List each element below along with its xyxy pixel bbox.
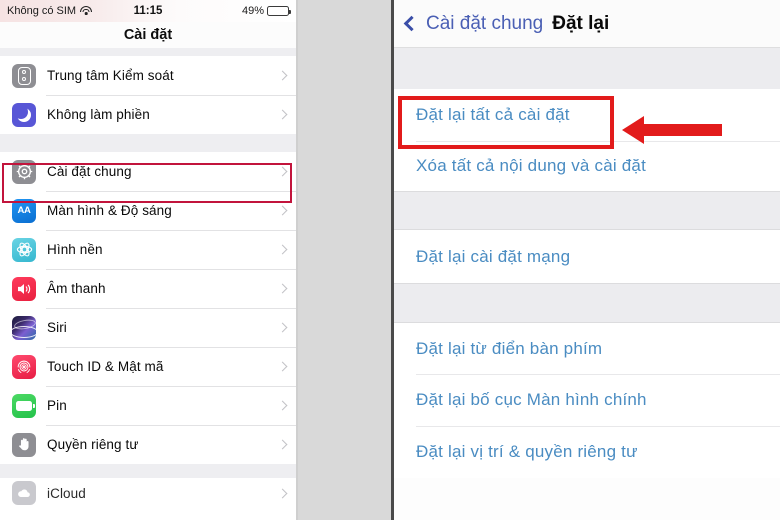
list-section-gap-2 [0, 464, 296, 478]
reset-keyboard-dictionary-label: Đặt lại từ điển bàn phím [416, 338, 603, 358]
chevron-right-icon [277, 283, 288, 294]
reset-location-privacy-row[interactable]: Đặt lại vị trí & quyền riêng tư [394, 426, 780, 478]
hand-icon [12, 432, 36, 457]
reset-location-privacy-label: Đặt lại vị trí & quyền riêng tư [416, 442, 638, 461]
right-section-gap-1 [394, 191, 780, 230]
list-top-gap [0, 48, 296, 56]
reset-home-screen-layout-row[interactable]: Đặt lại bố cục Màn hình chính [394, 374, 780, 426]
sidebar-item-label: Màn hình & Độ sáng [47, 203, 172, 218]
reset-all-settings-label: Đặt lại tất cả cài đặt [416, 105, 570, 124]
reset-network-settings-label: Đặt lại cài đặt mạng [416, 246, 571, 266]
sidebar-item-label: Touch ID & Mật mã [47, 359, 164, 374]
chevron-right-icon [277, 205, 288, 216]
list-section-gap-1 [0, 134, 296, 152]
chevron-right-icon [277, 361, 288, 372]
reset-home-screen-layout-label: Đặt lại bố cục Màn hình chính [416, 390, 647, 409]
reset-group-3: Đặt lại từ điển bàn phím Đặt lại bố cục … [394, 323, 780, 478]
reset-group-2: Đặt lại cài đặt mạng [394, 230, 780, 283]
right-nav-header: Cài đặt chung Đặt lại [394, 0, 780, 48]
status-bar-right: 49% [241, 5, 291, 17]
sidebar-item-label: Siri [47, 320, 67, 335]
right-phone-reset-panel: Cài đặt chung Đặt lại Đặt lại tất cả cài… [394, 0, 780, 520]
left-phone-settings-panel: Không có SIM 11:15 49% Cài đặt Trung tâm… [0, 0, 296, 520]
reset-group-1: Đặt lại tất cả cài đặt Xóa tất cả nội du… [394, 89, 780, 191]
settings-list: Trung tâm Kiểm soát Không làm phiền Cài … [0, 48, 296, 508]
sidebar-item-label: Cài đặt chung [47, 164, 132, 179]
chevron-right-icon [277, 166, 288, 177]
moon-icon [12, 102, 36, 127]
speaker-icon [12, 276, 36, 301]
erase-all-content-row[interactable]: Xóa tất cả nội dung và cài đặt [394, 141, 780, 191]
chevron-right-icon [277, 322, 288, 333]
page-title: Cài đặt [123, 27, 173, 43]
page-title: Đặt lại [552, 12, 610, 34]
sidebar-item-label: Hình nền [47, 242, 103, 257]
siri-icon [12, 315, 36, 340]
chevron-left-icon[interactable] [403, 15, 420, 32]
sidebar-item-label: Trung tâm Kiểm soát [47, 68, 174, 83]
settings-group-2: Cài đặt chung AA Màn hình & Độ sáng Hình… [0, 152, 296, 464]
sidebar-item-control-center[interactable]: Trung tâm Kiểm soát [0, 56, 296, 95]
reset-network-settings-row[interactable]: Đặt lại cài đặt mạng [394, 230, 780, 283]
sidebar-item-label: Quyền riêng tư [47, 437, 139, 452]
reset-keyboard-dictionary-row[interactable]: Đặt lại từ điển bàn phím [394, 323, 780, 374]
sidebar-item-sounds[interactable]: Âm thanh [0, 269, 296, 308]
sidebar-item-do-not-disturb[interactable]: Không làm phiền [0, 95, 296, 134]
sidebar-item-label: Không làm phiền [47, 107, 150, 122]
wallpaper-flower-icon [12, 237, 36, 262]
sidebar-item-label: iCloud [47, 485, 86, 501]
chevron-right-icon [277, 244, 288, 255]
sidebar-item-touch-id-passcode[interactable]: Touch ID & Mật mã [0, 347, 296, 386]
panel-gap [296, 0, 393, 520]
right-top-gap [394, 48, 780, 89]
right-section-gap-2 [394, 283, 780, 323]
chevron-right-icon [277, 400, 288, 411]
sidebar-item-label: Pin [47, 398, 67, 413]
fingerprint-icon [12, 354, 36, 379]
settings-group-3: iCloud [0, 478, 296, 508]
battery-percent-label: 49% [241, 5, 264, 17]
sidebar-item-privacy[interactable]: Quyền riêng tư [0, 425, 296, 464]
chevron-right-icon [277, 439, 288, 450]
display-aa-icon: AA [12, 198, 36, 223]
sidebar-item-wallpaper[interactable]: Hình nền [0, 230, 296, 269]
sidebar-item-icloud[interactable]: iCloud [0, 478, 296, 508]
reset-all-settings-row[interactable]: Đặt lại tất cả cài đặt [394, 89, 780, 141]
sidebar-item-general[interactable]: Cài đặt chung [0, 152, 296, 191]
settings-group-1: Trung tâm Kiểm soát Không làm phiền [0, 56, 296, 134]
chevron-right-icon [277, 109, 288, 120]
icloud-icon [12, 481, 36, 505]
status-bar: Không có SIM 11:15 49% [0, 0, 296, 22]
erase-all-content-label: Xóa tất cả nội dung và cài đặt [416, 156, 646, 175]
sidebar-item-label: Âm thanh [47, 281, 106, 296]
left-nav-title-bar: Cài đặt [0, 22, 296, 48]
sidebar-item-siri[interactable]: Siri [0, 308, 296, 347]
sidebar-item-battery[interactable]: Pin [0, 386, 296, 425]
battery-icon [267, 6, 291, 16]
chevron-right-icon [277, 488, 288, 498]
control-center-icon [12, 63, 36, 88]
battery-green-icon [12, 393, 36, 418]
screenshot-root: Không có SIM 11:15 49% Cài đặt Trung tâm… [0, 0, 780, 520]
sidebar-item-display-brightness[interactable]: AA Màn hình & Độ sáng [0, 191, 296, 230]
chevron-right-icon [277, 70, 288, 81]
back-link-label[interactable]: Cài đặt chung [426, 13, 543, 35]
gear-icon [12, 159, 36, 184]
